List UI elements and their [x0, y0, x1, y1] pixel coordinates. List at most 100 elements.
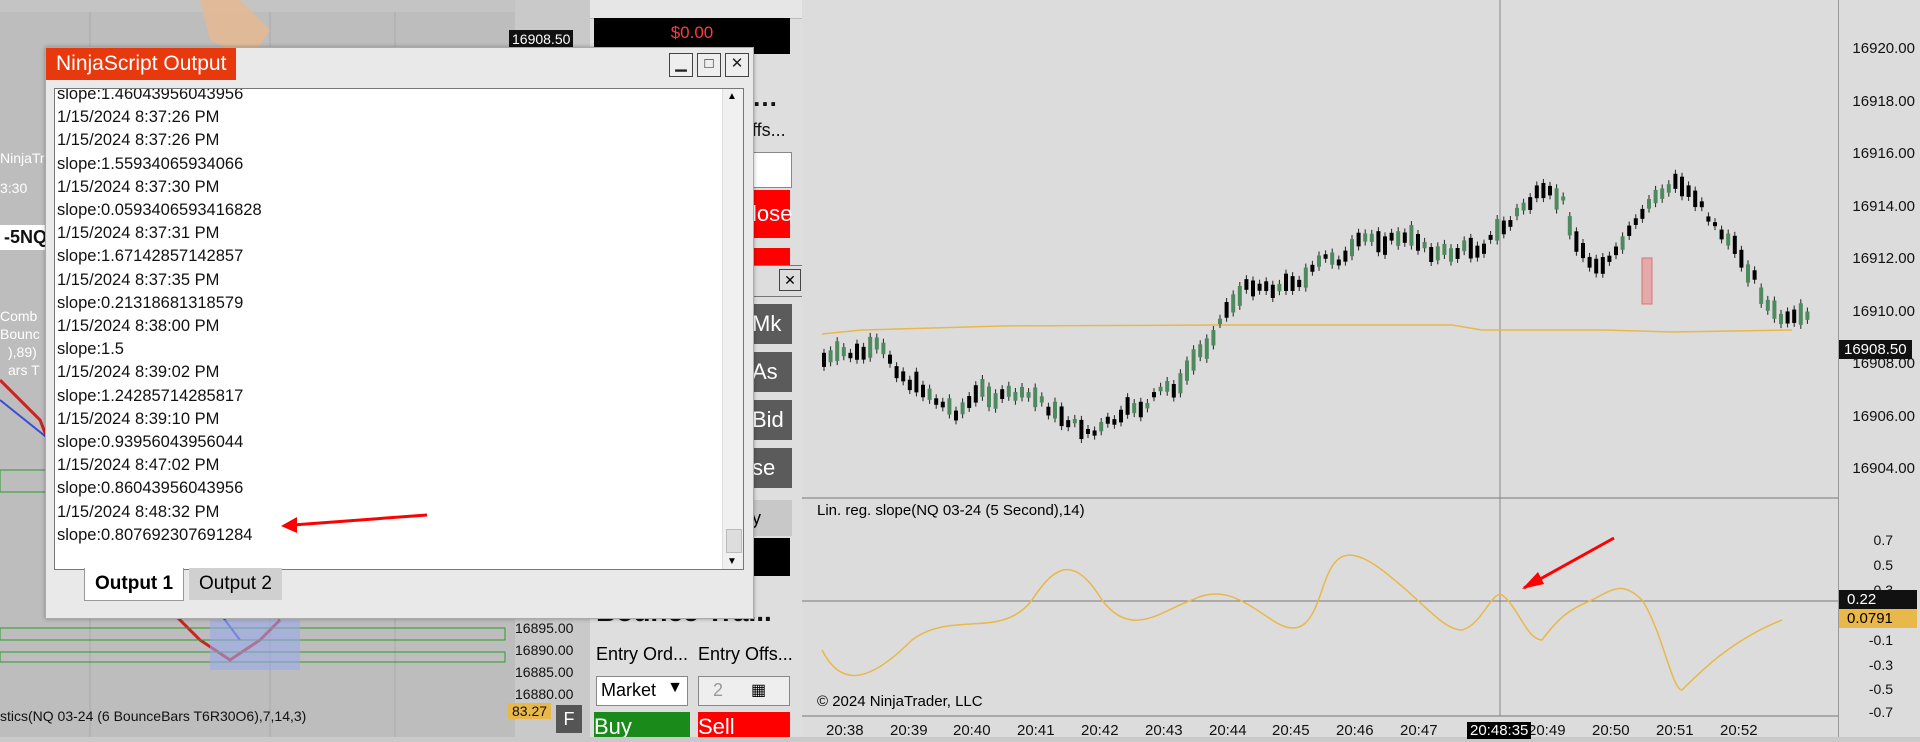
left-frag: ),89)	[8, 344, 37, 360]
output-line: 1/15/2024 8:39:02 PM	[57, 363, 220, 382]
annotation-arrow	[281, 513, 428, 533]
output-line: slope:0.21318681318579	[57, 293, 244, 312]
left-f-button[interactable]: F	[556, 705, 582, 733]
candle	[987, 386, 991, 408]
output-line: slope:1.46043956043956	[57, 88, 244, 103]
output-line: 1/15/2024 8:37:35 PM	[57, 270, 220, 289]
time-tick: 20:38	[826, 722, 864, 739]
candle	[1270, 284, 1275, 299]
candle	[1237, 285, 1242, 306]
calculator-icon[interactable]: ▦	[751, 680, 766, 700]
candle	[973, 385, 978, 403]
candle	[1620, 236, 1625, 250]
minimize-icon[interactable]: ▁	[669, 53, 693, 77]
time-tick: 20:42	[1081, 722, 1119, 739]
candle	[1640, 208, 1645, 219]
mid-close-frag[interactable]: lose	[752, 190, 792, 238]
scroll-down-icon[interactable]: ▼	[727, 556, 737, 567]
mid-mkt-button[interactable]: Mk	[752, 304, 792, 344]
candle	[1145, 402, 1150, 409]
left-frag: NinjaTr	[0, 150, 45, 166]
maximize-icon[interactable]: □	[697, 53, 721, 77]
output-text-area[interactable]: slope:1.46043956043956 1/15/2024 8:37:26 …	[54, 88, 744, 570]
candle	[1020, 386, 1024, 398]
candle	[888, 354, 892, 364]
candle	[1607, 255, 1612, 262]
candle	[1581, 243, 1585, 259]
candle	[1462, 240, 1467, 252]
candle	[1409, 225, 1414, 246]
candle	[921, 384, 925, 398]
close-icon[interactable]: ✕	[779, 269, 801, 291]
candle	[954, 410, 958, 421]
left-price-tick: 16890.00	[515, 642, 574, 658]
candle	[1000, 389, 1005, 400]
candle	[1422, 241, 1427, 249]
sell-close-button[interactable]: Sell Close	[698, 712, 790, 737]
output-line: slope:1.55934065934066	[57, 154, 244, 173]
output-line: 1/15/2024 8:37:30 PM	[57, 177, 220, 196]
candle	[1779, 313, 1783, 325]
candle	[848, 352, 853, 359]
vertical-scrollbar[interactable]: ▲ ▼	[722, 89, 743, 569]
candle	[1204, 338, 1209, 359]
entry-offset-stepper[interactable]: 2 ▦	[698, 676, 790, 706]
candle	[1297, 279, 1302, 288]
output-line: 1/15/2024 8:38:00 PM	[57, 317, 220, 336]
candle	[1389, 232, 1394, 241]
mid-stepper-frag[interactable]	[752, 152, 792, 188]
tab-output-1[interactable]: Output 1	[84, 568, 185, 601]
main-chart[interactable]: Lin. reg. slope(NQ 03-24 (5 Second),14) …	[802, 0, 1920, 737]
candle	[1152, 392, 1156, 398]
indicator-tick: -0.1	[1868, 632, 1893, 648]
candle	[1053, 401, 1057, 419]
time-tick: 20:40	[953, 722, 991, 739]
buy-close-button[interactable]: Buy Close	[594, 712, 690, 737]
time-tick: 20:52	[1720, 722, 1758, 739]
tab-output-2[interactable]: Output 2	[189, 568, 282, 600]
time-tick: 20:50	[1592, 722, 1630, 739]
price-tick: 16906.00	[1852, 408, 1915, 425]
mid-bid-button[interactable]: Bid	[752, 400, 792, 440]
candle	[835, 341, 840, 362]
candle	[1792, 309, 1797, 323]
scroll-up-icon[interactable]: ▲	[727, 91, 737, 102]
mid-ask-button[interactable]: As	[752, 352, 792, 392]
candle	[881, 342, 886, 355]
time-tick: 20:39	[890, 722, 928, 739]
candle	[1363, 233, 1368, 242]
scroll-thumb[interactable]	[726, 529, 742, 553]
candle	[1673, 173, 1678, 189]
candle	[1488, 234, 1493, 240]
mid-close-button[interactable]: se	[752, 448, 792, 488]
candle	[1739, 249, 1744, 268]
entry-offset-label: Entry Offs...	[698, 644, 793, 664]
candle	[1092, 430, 1097, 436]
candle	[1026, 392, 1031, 398]
candle	[1132, 403, 1137, 414]
indicator-cursor-value: 0.22	[1839, 590, 1917, 609]
candle	[1369, 233, 1374, 242]
candle	[1713, 222, 1717, 227]
price-axis[interactable]: 16920.00 16918.00 16916.00 16914.00 1691…	[1838, 0, 1920, 737]
output-line: slope:1.5	[57, 340, 124, 359]
output-line: 1/15/2024 8:37:26 PM	[57, 131, 220, 150]
time-tick: 20:51	[1656, 722, 1694, 739]
candle	[1079, 419, 1084, 440]
indicator-tick: 0.7	[1873, 532, 1893, 548]
output-lines: slope:1.46043956043956 1/15/2024 8:37:26 …	[57, 88, 717, 547]
candle	[1284, 273, 1288, 291]
close-icon[interactable]: ✕	[725, 53, 749, 77]
candle	[874, 337, 879, 350]
candle	[1541, 182, 1546, 199]
mid-black-frag	[752, 538, 790, 576]
candle	[1548, 185, 1552, 196]
candle	[1185, 360, 1189, 381]
candle	[1119, 409, 1123, 423]
candle	[1653, 189, 1658, 204]
order-type-select[interactable]: Market ▼	[596, 676, 688, 706]
candle	[1666, 184, 1671, 193]
time-tick: 20:49	[1528, 722, 1566, 739]
candle	[1798, 303, 1803, 325]
candle	[1534, 185, 1539, 199]
